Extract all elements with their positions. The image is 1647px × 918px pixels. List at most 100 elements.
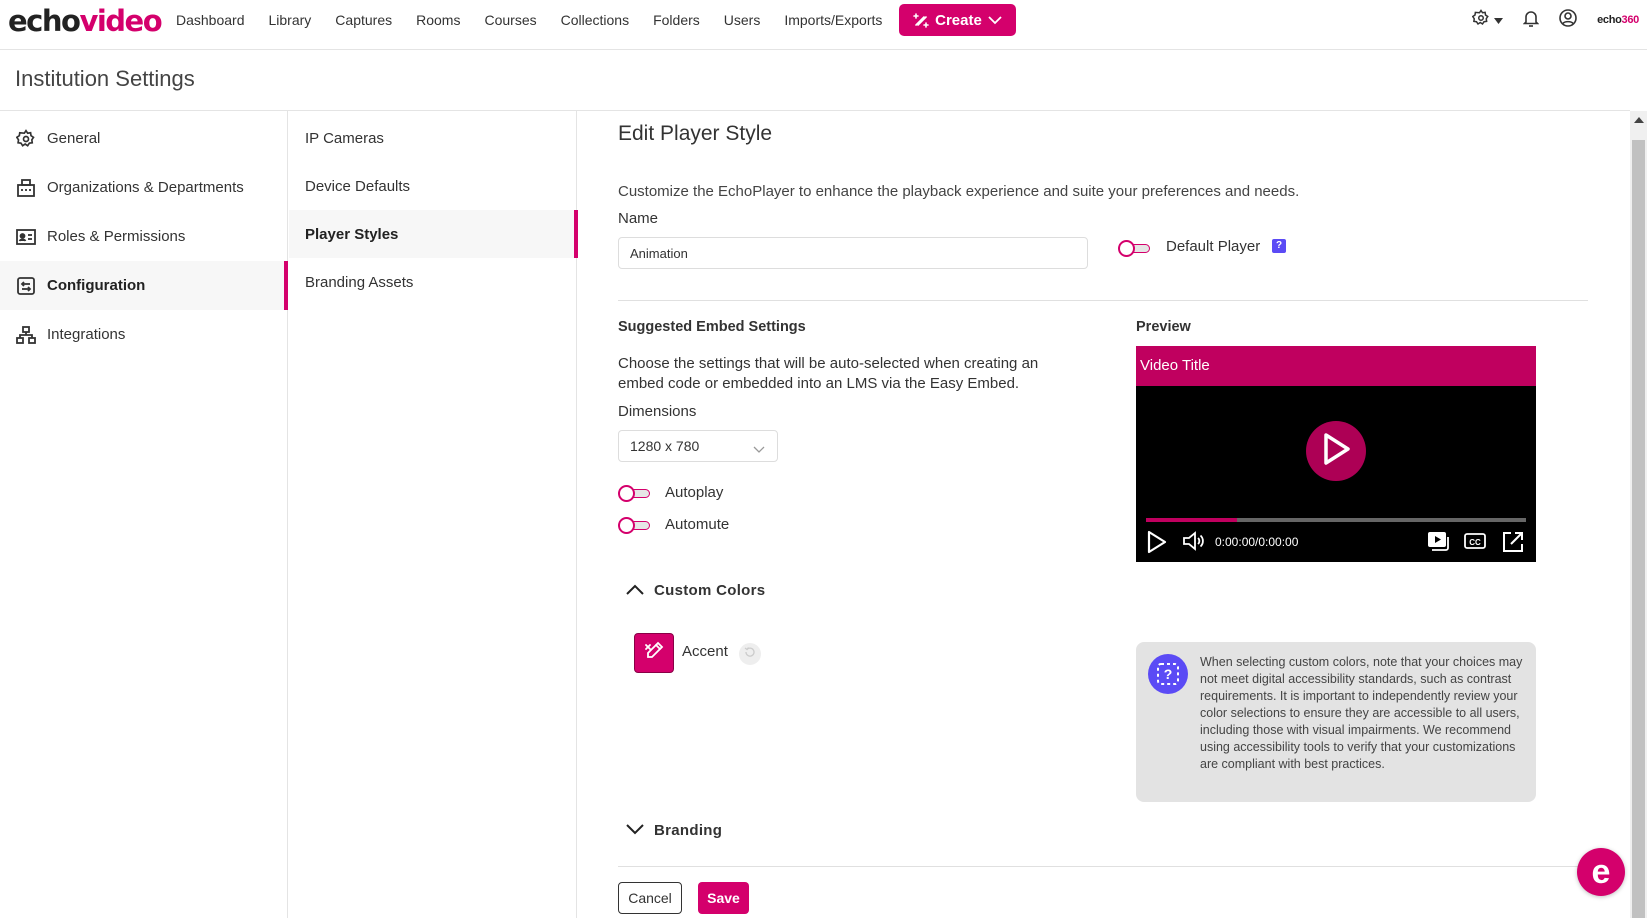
nav-courses[interactable]: Courses	[484, 12, 536, 28]
preview-label: Preview	[1136, 319, 1191, 335]
page-scrollbar[interactable]	[1630, 111, 1647, 918]
captions-button[interactable]: CC	[1464, 530, 1486, 557]
custom-colors-title: Custom Colors	[654, 582, 766, 599]
subnav-player-styles[interactable]: Player Styles	[289, 210, 578, 258]
scroll-up-arrow-icon[interactable]	[1634, 117, 1644, 123]
sidebar-item-label: Integrations	[47, 326, 126, 343]
nav-dashboard[interactable]: Dashboard	[176, 12, 245, 28]
color-picker-icon	[643, 640, 665, 667]
network-icon	[15, 324, 37, 346]
progress-bar[interactable]	[1146, 518, 1526, 522]
timecode: 0:00:00/0:00:00	[1215, 535, 1299, 549]
create-label: Create	[935, 11, 982, 29]
nav-library[interactable]: Library	[269, 12, 312, 28]
subnav-ip-cameras[interactable]: IP Cameras	[289, 114, 577, 162]
svg-text:CC: CC	[1469, 538, 1481, 547]
echovideo-logo[interactable]: echovideo	[8, 3, 163, 39]
scrollbar-thumb[interactable]	[1632, 140, 1645, 918]
external-link-icon	[1501, 530, 1525, 559]
help-icon[interactable]: ?	[1272, 239, 1286, 253]
accent-color-swatch[interactable]	[634, 633, 674, 673]
id-card-icon	[15, 226, 37, 248]
sidebar-item-label: Configuration	[47, 277, 146, 294]
nav-rooms[interactable]: Rooms	[416, 12, 460, 28]
big-play-button[interactable]	[1306, 421, 1366, 481]
svg-text:?: ?	[1164, 666, 1173, 682]
cancel-button[interactable]: Cancel	[618, 882, 682, 914]
sidebar-item-roles-permissions[interactable]: Roles & Permissions	[0, 212, 288, 261]
dimensions-label: Dimensions	[618, 403, 697, 420]
nav-imports-exports[interactable]: Imports/Exports	[784, 12, 882, 28]
chevron-up-icon	[626, 582, 644, 599]
custom-colors-toggle[interactable]: Custom Colors	[626, 582, 765, 599]
accessibility-notice-text: When selecting custom colors, note that …	[1200, 655, 1523, 771]
divider	[618, 866, 1588, 867]
autoplay-toggle[interactable]	[618, 485, 652, 502]
configuration-subnav: IP Cameras Device Defaults Player Styles…	[289, 111, 578, 918]
sidebar-item-configuration[interactable]: Configuration	[0, 261, 288, 310]
accent-label: Accent	[682, 643, 728, 660]
progress-fill	[1146, 518, 1238, 522]
echo360-logo: echo360	[1597, 14, 1639, 26]
volume-icon	[1182, 530, 1206, 557]
page-title: Institution Settings	[15, 66, 195, 91]
play-icon	[1146, 530, 1168, 559]
captions-icon: CC	[1464, 530, 1486, 557]
help-icon: ?	[1148, 654, 1188, 694]
save-button[interactable]: Save	[698, 882, 749, 914]
embed-settings-title: Suggested Embed Settings	[618, 319, 806, 335]
settings-sidebar: General Organizations & Departments Role…	[0, 111, 288, 918]
nav-collections[interactable]: Collections	[561, 12, 629, 28]
play-pause-button[interactable]	[1146, 530, 1168, 559]
main-nav-links: Dashboard Library Captures Rooms Courses…	[176, 0, 906, 40]
nav-users[interactable]: Users	[724, 12, 761, 28]
dimensions-value: 1280 x 780	[630, 438, 700, 454]
reset-accent-button[interactable]	[739, 643, 761, 665]
settings-menu-button[interactable]	[1471, 8, 1504, 32]
branding-toggle[interactable]: Branding	[626, 822, 722, 839]
section-heading: Edit Player Style	[618, 122, 773, 145]
player-preview: Video Title 0:00:00/0:00:00 CC	[1136, 346, 1536, 562]
accessibility-notice: ? When selecting custom colors, note tha…	[1136, 642, 1536, 802]
sidebar-item-integrations[interactable]: Integrations	[0, 310, 288, 359]
video-title: Video Title	[1136, 346, 1536, 386]
help-chat-button[interactable]: e	[1577, 848, 1625, 896]
notifications-button[interactable]	[1522, 9, 1540, 32]
sidebar-item-general[interactable]: General	[0, 114, 288, 163]
chevron-down-icon	[626, 822, 644, 839]
subnav-device-defaults[interactable]: Device Defaults	[289, 162, 577, 210]
default-player-toggle[interactable]	[1118, 240, 1152, 257]
name-label: Name	[618, 210, 659, 227]
user-account-button[interactable]	[1559, 8, 1577, 32]
video-source-icon	[1427, 530, 1451, 557]
chevron-down-icon	[753, 441, 765, 457]
edit-player-style-panel: Edit Player Style Customize the EchoPlay…	[578, 111, 1628, 918]
create-button[interactable]: Create	[899, 4, 1016, 36]
caret-down-icon	[1494, 11, 1504, 29]
magic-wand-icon	[913, 12, 929, 28]
divider	[618, 300, 1588, 301]
nav-captures[interactable]: Captures	[335, 12, 392, 28]
embed-settings-description: Choose the settings that will be auto-se…	[618, 355, 1039, 392]
automute-toggle[interactable]	[618, 517, 652, 534]
undo-icon	[744, 645, 756, 663]
top-right-tools: echo360	[1471, 0, 1639, 40]
subnav-branding-assets[interactable]: Branding Assets	[289, 258, 577, 306]
autoplay-label: Autoplay	[665, 484, 724, 501]
sidebar-item-organizations[interactable]: Organizations & Departments	[0, 163, 288, 212]
building-icon	[15, 177, 37, 199]
gear-icon	[15, 128, 37, 150]
dimensions-select[interactable]: 1280 x 780	[618, 430, 778, 462]
top-nav: echovideo Dashboard Library Captures Roo…	[0, 0, 1647, 50]
user-account-icon	[1559, 8, 1577, 32]
branding-title: Branding	[654, 822, 723, 839]
default-player-label: Default Player	[1166, 238, 1261, 255]
volume-button[interactable]	[1182, 530, 1206, 557]
open-external-button[interactable]	[1501, 530, 1525, 559]
editor-description: Customize the EchoPlayer to enhance the …	[618, 183, 1300, 200]
nav-folders[interactable]: Folders	[653, 12, 700, 28]
bell-icon	[1522, 9, 1540, 32]
video-source-button[interactable]	[1427, 530, 1451, 557]
name-input[interactable]	[618, 237, 1088, 269]
sidebar-item-label: Roles & Permissions	[47, 228, 186, 245]
